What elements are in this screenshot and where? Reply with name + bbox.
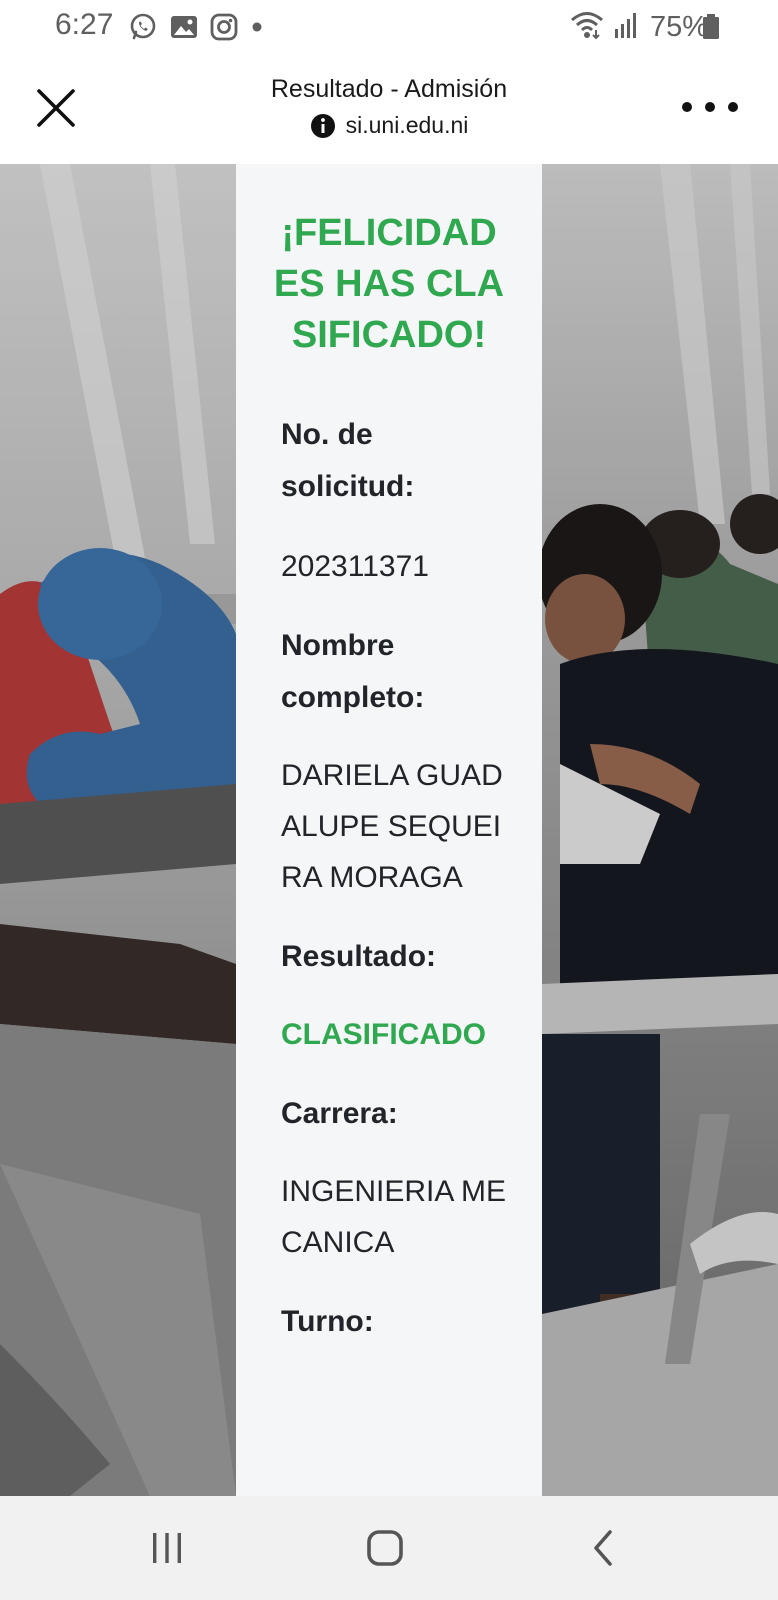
battery-icon xyxy=(702,14,720,45)
home-button[interactable] xyxy=(355,1526,415,1570)
status-bar: 6:27 75% xyxy=(0,0,778,52)
system-icons: 75% xyxy=(570,10,708,45)
result-label: Resultado: xyxy=(281,940,437,973)
congratulations-heading: ¡FELICIDADES HAS CLASIFICADO! xyxy=(273,212,505,356)
more-icon-dot xyxy=(705,102,715,112)
screen: 6:27 75% Resultado - Admisión si.uni.edu… xyxy=(0,0,778,1600)
url-text: si.uni.edu.ni xyxy=(345,112,469,138)
recent-apps-icon xyxy=(153,1533,181,1563)
request-label: No. de solicitud: xyxy=(281,418,415,503)
more-icon xyxy=(682,102,692,112)
page-info: Resultado - Admisión si.uni.edu.ni xyxy=(200,74,578,139)
navigation-bar xyxy=(0,1496,778,1600)
shift-label: Turno: xyxy=(281,1305,374,1338)
more-icon-dot xyxy=(728,102,738,112)
request-field: No. de solicitud: 202311371 xyxy=(236,409,542,592)
result-card: ¡FELICIDADES HAS CLASIFICADO! No. de sol… xyxy=(236,164,542,1496)
name-field: Nombre completo: DARIELA GUADALUPE SEQUE… xyxy=(236,620,542,903)
career-label: Carrera: xyxy=(281,1097,398,1130)
web-content[interactable]: ¡FELICIDADES HAS CLASIFICADO! No. de sol… xyxy=(0,164,778,1496)
result-field: Resultado: CLASIFICADO xyxy=(236,931,542,1060)
close-button[interactable] xyxy=(30,82,82,134)
recent-apps-button[interactable] xyxy=(137,1526,197,1570)
home-icon xyxy=(367,1530,403,1566)
url-bar[interactable]: si.uni.edu.ni xyxy=(200,112,578,139)
back-icon xyxy=(594,1530,612,1566)
signal-icon xyxy=(614,11,640,44)
shift-field: Turno: xyxy=(236,1296,542,1348)
request-number: 202311371 xyxy=(281,550,429,583)
result-value: CLASIFICADO xyxy=(281,1018,486,1051)
name-value: DARIELA GUADALUPE SEQUEIRA MORAGA xyxy=(281,759,503,894)
whatsapp-icon xyxy=(128,12,158,42)
close-icon xyxy=(37,89,75,127)
info-icon[interactable] xyxy=(310,113,336,139)
career-field: Carrera: INGENIERIA MECANICA xyxy=(236,1088,542,1268)
notification-icons xyxy=(128,12,264,42)
more-options-button[interactable] xyxy=(682,92,738,122)
back-button[interactable] xyxy=(573,1526,633,1570)
dot-icon xyxy=(250,20,264,34)
page-title: Resultado - Admisión xyxy=(270,75,508,103)
name-label: Nombre completo: xyxy=(281,629,425,714)
status-time: 6:27 xyxy=(55,8,114,41)
gallery-icon xyxy=(170,14,198,40)
wifi-icon xyxy=(570,10,604,45)
browser-toolbar: Resultado - Admisión si.uni.edu.ni xyxy=(0,52,778,165)
battery-percentage: 75% xyxy=(649,11,708,43)
career-value: INGENIERIA MECANICA xyxy=(281,1175,507,1259)
instagram-icon xyxy=(210,13,238,41)
